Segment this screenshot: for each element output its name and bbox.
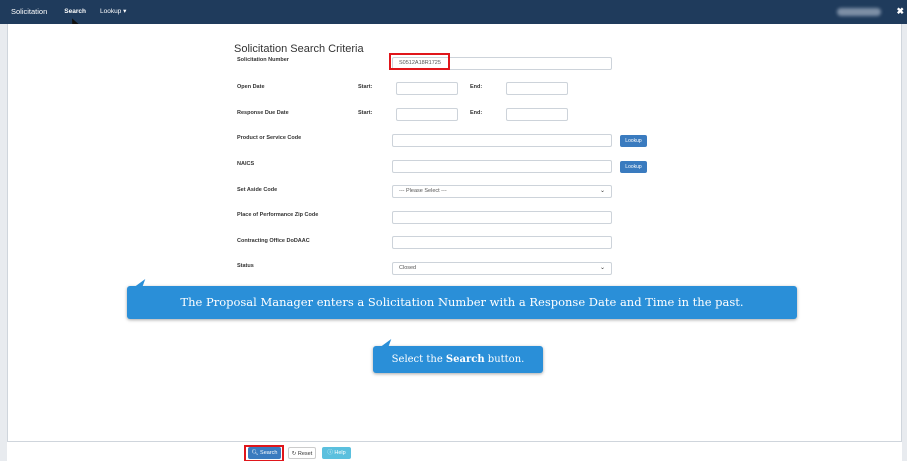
user-name-blurred[interactable]	[837, 8, 881, 16]
response-due-date-label: Response Due Date	[237, 110, 289, 116]
dodaac-input[interactable]	[392, 236, 612, 249]
reset-button-label: Reset	[297, 451, 313, 457]
set-aside-label: Set Aside Code	[237, 187, 278, 193]
footer-bar	[7, 441, 902, 461]
nav-brand-solicitation[interactable]: Solicitation	[0, 0, 57, 24]
naics-label: NAICS	[237, 161, 255, 167]
open-date-end-label: End:	[470, 84, 483, 90]
refresh-icon: ↻	[291, 451, 297, 457]
chevron-down-icon: ⌄	[599, 265, 605, 271]
psc-label: Product or Service Code	[237, 135, 302, 141]
open-date-end-input[interactable]	[506, 82, 568, 95]
search-button-highlight	[244, 445, 284, 461]
help-icon: ⓘ	[327, 450, 333, 456]
pop-zip-label: Place of Performance Zip Code	[237, 212, 319, 218]
status-label: Status	[237, 263, 254, 269]
pop-zip-input[interactable]	[392, 211, 612, 224]
page-title: Solicitation Search Criteria	[234, 43, 364, 55]
response-end-label: End:	[470, 110, 483, 116]
step-callout-prefix: Select the	[391, 354, 446, 365]
open-date-label: Open Date	[237, 84, 265, 90]
open-date-start-input[interactable]	[396, 82, 458, 95]
response-start-input[interactable]	[396, 108, 458, 121]
psc-lookup-button[interactable]: Lookup	[620, 135, 647, 147]
psc-input[interactable]	[392, 134, 612, 147]
status-select[interactable]: Closed ⌄	[392, 262, 612, 275]
chevron-down-icon: ⌄	[599, 188, 605, 194]
status-value: Closed	[399, 265, 417, 271]
naics-input[interactable]	[392, 160, 612, 173]
close-icon[interactable]: ✖	[896, 6, 904, 17]
response-end-input[interactable]	[506, 108, 568, 121]
help-button[interactable]: ⓘ Help	[322, 447, 351, 459]
instruction-callout: The Proposal Manager enters a Solicitati…	[127, 286, 797, 319]
help-button-label: Help	[334, 450, 346, 456]
naics-lookup-button[interactable]: Lookup	[620, 161, 647, 173]
dodaac-label: Contracting Office DoDAAC	[237, 238, 310, 244]
solicitation-number-label: Solicitation Number	[237, 57, 289, 63]
step-callout: Select the Search button.	[373, 346, 543, 373]
screen: Solicitation Search Lookup ▾ ✖ Solicitat…	[0, 0, 907, 461]
response-start-label: Start:	[358, 110, 373, 116]
set-aside-value: --- Please Select ---	[399, 188, 447, 194]
reset-button[interactable]: ↻ Reset	[288, 447, 316, 459]
step-callout-bold: Search	[445, 354, 485, 365]
open-date-start-label: Start:	[358, 84, 373, 90]
solicitation-number-highlight	[389, 53, 450, 70]
top-nav-bar: Solicitation Search Lookup ▾ ✖	[0, 0, 907, 24]
step-callout-suffix: button.	[484, 354, 525, 365]
set-aside-select[interactable]: --- Please Select --- ⌄	[392, 185, 612, 198]
nav-item-lookup[interactable]: Lookup ▾	[93, 0, 133, 24]
